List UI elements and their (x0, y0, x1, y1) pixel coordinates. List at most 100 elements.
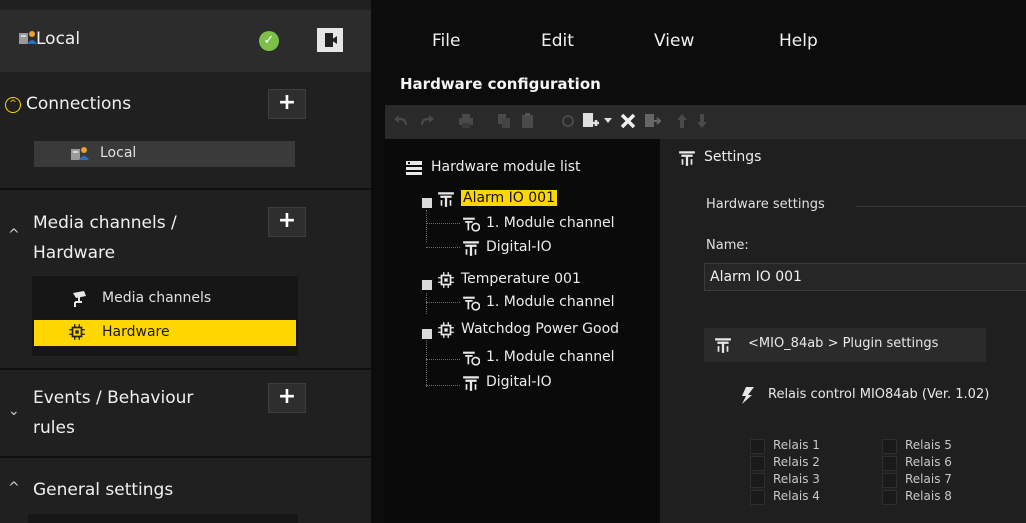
delete-icon[interactable] (619, 111, 637, 131)
tree-connector (426, 359, 460, 360)
settings-panel: Settings Hardware settings Name: <MIO_84… (660, 139, 1026, 523)
move-down-icon[interactable] (695, 111, 709, 131)
io-module-icon (462, 374, 480, 392)
relais-1-checkbox[interactable] (750, 439, 765, 454)
divider (0, 188, 371, 190)
print-icon[interactable] (457, 111, 475, 131)
relais-7-checkbox[interactable] (882, 473, 897, 488)
redo-icon[interactable] (417, 111, 435, 131)
io-module-icon (437, 190, 455, 208)
sidebar-title: Local (36, 29, 81, 49)
sidebar-item-media-channels[interactable]: Media channels (34, 286, 295, 312)
hardware-tree: Hardware module list Alarm IO 001 1. Mod… (385, 139, 660, 523)
section-title-events-line1[interactable]: Events / Behaviour (33, 382, 193, 415)
relais-5-checkbox[interactable] (882, 439, 897, 454)
relais-5-label: Relais 5 (905, 438, 952, 452)
tree-node-label: Digital-IO (486, 374, 552, 390)
tree-connector (426, 302, 460, 303)
tree-connector (426, 340, 427, 387)
tree-expander[interactable] (422, 280, 432, 290)
sidebar-item-label: Local (100, 145, 137, 161)
tree-root-label: Hardware module list (431, 159, 581, 175)
tree-node-label: 1. Module channel (486, 349, 615, 365)
relais-control-label: Relais control MIO84ab (Ver. 1.02) (768, 387, 990, 402)
relais-4-label: Relais 4 (773, 489, 820, 503)
divider (0, 368, 371, 370)
camera-icon (70, 289, 90, 309)
add-rule-button[interactable]: + (268, 383, 306, 413)
relais-6-checkbox[interactable] (882, 456, 897, 471)
relais-3-checkbox[interactable] (750, 473, 765, 488)
logout-icon[interactable] (317, 28, 343, 52)
undo-icon[interactable] (393, 111, 411, 131)
local-server-icon (70, 144, 90, 162)
dropdown-arrow-icon[interactable] (603, 115, 613, 125)
chip-icon (68, 323, 86, 341)
export-icon[interactable] (643, 111, 661, 131)
tree-node-label: Watchdog Power Good (461, 321, 620, 337)
section-title-general[interactable]: General settings (33, 474, 173, 507)
tree-node-label: 1. Module channel (486, 294, 615, 310)
collapse-chevron-icon[interactable]: ^ (8, 480, 20, 496)
menu-view[interactable]: View (654, 31, 694, 51)
settings-header: Settings (660, 139, 1026, 175)
tree-connector (426, 293, 427, 314)
relais-4-checkbox[interactable] (750, 490, 765, 505)
relay-icon (738, 385, 756, 405)
menu-edit[interactable]: Edit (541, 31, 574, 51)
refresh-icon[interactable] (559, 111, 577, 131)
relais-6-label: Relais 6 (905, 455, 952, 469)
tree-expander[interactable] (422, 329, 432, 339)
relais-8-checkbox[interactable] (882, 490, 897, 505)
menu-help[interactable]: Help (779, 31, 818, 51)
collapse-chevron-icon[interactable]: ^ (5, 97, 21, 113)
relais-2-checkbox[interactable] (750, 456, 765, 471)
paste-icon[interactable] (519, 111, 537, 131)
chip-icon (437, 271, 455, 289)
relais-2-label: Relais 2 (773, 455, 820, 469)
local-server-icon (18, 28, 38, 46)
plugin-settings-header[interactable]: <MIO_84ab > Plugin settings (704, 328, 986, 362)
settings-title: Settings (704, 149, 762, 165)
tree-node-label: Temperature 001 (461, 271, 581, 287)
expand-chevron-icon[interactable]: ⌄ (8, 403, 20, 419)
section-title-media-line2[interactable]: Hardware (33, 237, 115, 270)
menu-file[interactable]: File (432, 31, 460, 51)
tree-connector (426, 223, 460, 224)
name-label: Name: (706, 238, 749, 253)
plugin-settings-label: <MIO_84ab > Plugin settings (748, 336, 939, 351)
add-module-icon[interactable] (581, 111, 599, 133)
sidebar-item-local[interactable]: Local (34, 141, 295, 167)
relais-7-label: Relais 7 (905, 472, 952, 486)
module-list-icon (405, 159, 423, 177)
group-divider (856, 206, 1026, 207)
general-submenu (28, 514, 298, 523)
divider (0, 456, 371, 458)
section-title-events-line2[interactable]: rules (33, 412, 75, 445)
add-connection-button[interactable]: + (268, 89, 306, 119)
tree-connector (426, 385, 460, 386)
move-up-icon[interactable] (675, 111, 689, 131)
section-title-media-line1[interactable]: Media channels / (33, 207, 177, 240)
sidebar-header: Local ✓ (0, 10, 371, 72)
hardware-settings-group-label: Hardware settings (706, 197, 825, 212)
channel-icon (462, 349, 480, 367)
toolbar (385, 105, 1026, 139)
tree-connector (426, 247, 460, 248)
status-ok-icon: ✓ (259, 31, 279, 51)
section-title-connections[interactable]: Connections (26, 88, 131, 121)
tree-expander[interactable] (422, 198, 432, 208)
add-media-button[interactable]: + (268, 207, 306, 237)
sidebar: Local ✓ ^ Connections + Local ^ Media ch… (0, 0, 371, 523)
io-module-icon (462, 239, 480, 257)
chip-icon (437, 321, 455, 339)
io-module-icon (714, 336, 732, 354)
name-field[interactable] (704, 263, 1026, 291)
collapse-chevron-icon[interactable]: ^ (8, 227, 20, 243)
sidebar-item-hardware[interactable]: Hardware (34, 320, 296, 346)
copy-icon[interactable] (495, 111, 513, 131)
channel-icon (462, 215, 480, 233)
sidebar-item-label: Media channels (102, 290, 212, 306)
relais-3-label: Relais 3 (773, 472, 820, 486)
tree-node-label: Digital-IO (486, 239, 552, 255)
